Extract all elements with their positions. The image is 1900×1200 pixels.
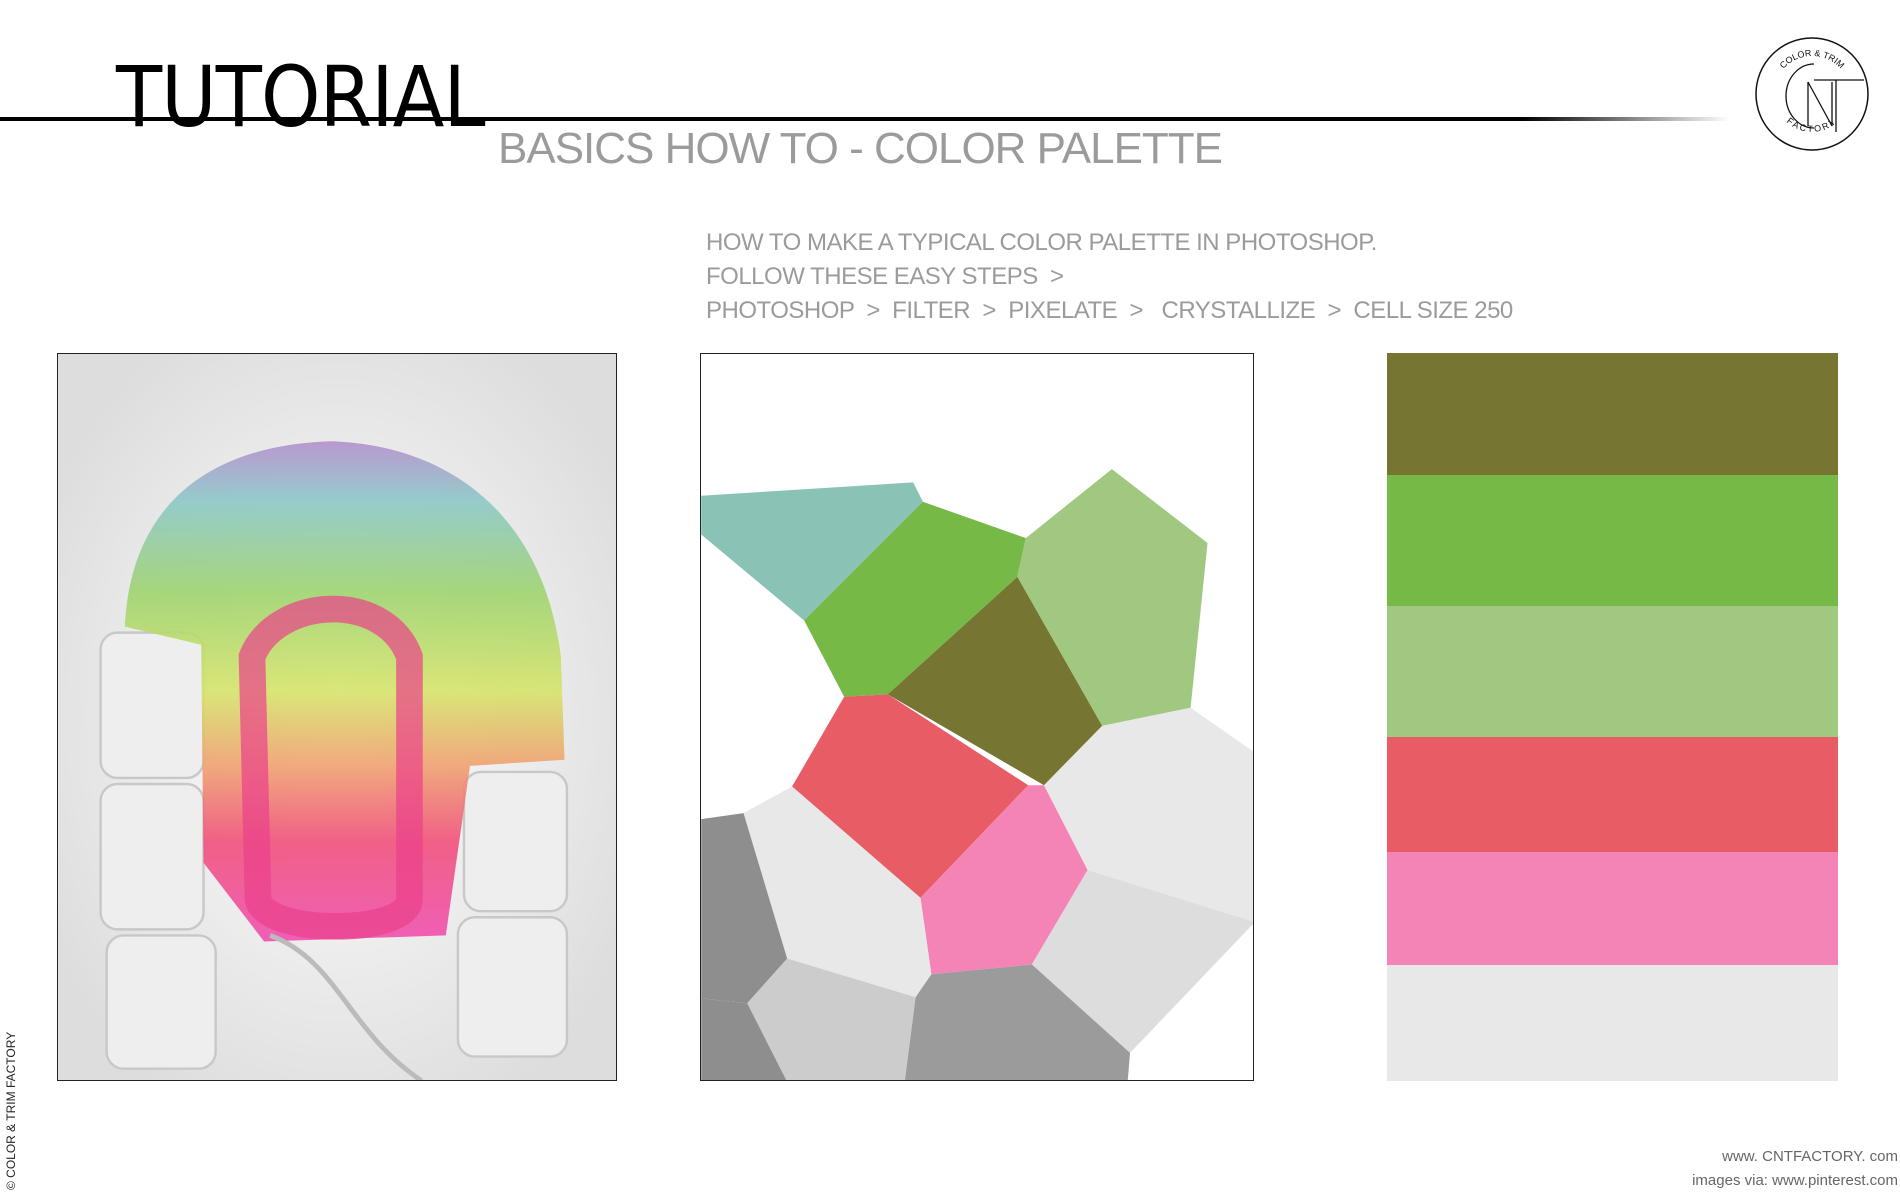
- svg-text:COLOR & TRIM: COLOR & TRIM: [1778, 48, 1847, 71]
- palette-swatch: [1387, 737, 1838, 852]
- sneaker-sole-photo: [57, 353, 617, 1081]
- sneaker-sole-image: [58, 354, 616, 1080]
- website-text: www. CNTFACTORY. com: [1722, 1148, 1898, 1165]
- crystallize-cells: [701, 469, 1253, 1080]
- page-title: TUTORIAL: [116, 48, 486, 146]
- page-subtitle: BASICS HOW TO - COLOR PALETTE: [498, 124, 1223, 173]
- palette-swatch: [1387, 606, 1838, 737]
- image-credit: images via: www.pinterest.com: [1692, 1172, 1898, 1189]
- crystallized-image: [700, 353, 1254, 1081]
- palette-swatch: [1387, 965, 1838, 1081]
- instruction-line-2: FOLLOW THESE EASY STEPS >: [706, 263, 1064, 290]
- cnt-logo: COLOR & TRIM FACTORY: [1755, 37, 1869, 151]
- copyright-text: © COLOR & TRIM FACTORY: [4, 1031, 18, 1190]
- color-palette: [1387, 353, 1838, 1081]
- instruction-line-1: HOW TO MAKE A TYPICAL COLOR PALETTE IN P…: [706, 229, 1377, 256]
- palette-swatch: [1387, 353, 1838, 475]
- instruction-line-3: PHOTOSHOP > FILTER > PIXELATE > CRYSTALL…: [706, 297, 1513, 324]
- palette-swatch: [1387, 852, 1838, 965]
- palette-swatch: [1387, 475, 1838, 606]
